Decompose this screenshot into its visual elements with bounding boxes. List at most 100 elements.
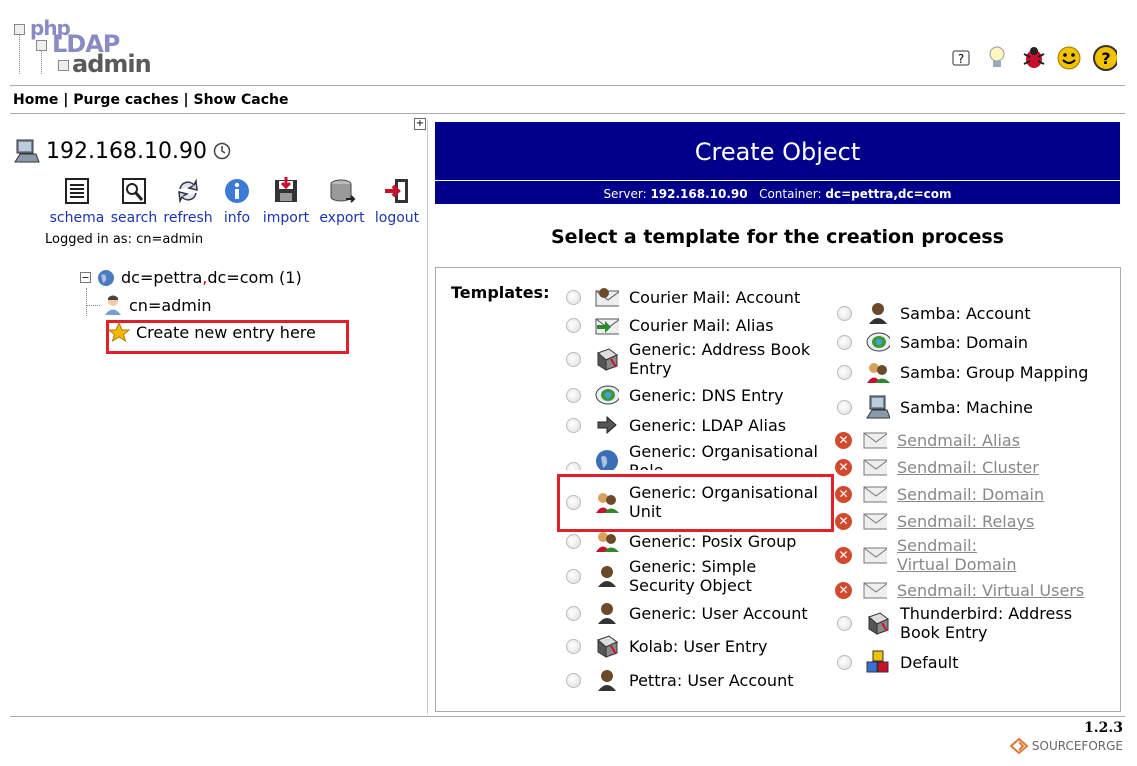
help-icon[interactable]: ?	[949, 46, 973, 70]
tree-root[interactable]: dc=pettra,dc=com (1)	[80, 268, 302, 287]
template-label: Sendmail: Virtual Users	[897, 580, 1085, 600]
star-icon	[108, 322, 130, 342]
template-radio[interactable]	[566, 289, 581, 305]
import-button[interactable]: import	[258, 176, 314, 226]
export-button[interactable]: export	[314, 176, 370, 226]
template-radio[interactable]	[837, 399, 852, 415]
template-option[interactable]: Generic: Simple Security Object	[566, 557, 826, 595]
expand-panel-icon[interactable]: +	[414, 118, 426, 130]
server-value: 192.168.10.90	[650, 187, 748, 201]
template-option[interactable]: Default	[837, 650, 958, 674]
refresh-button[interactable]: refresh	[160, 176, 216, 226]
template-radio[interactable]	[566, 387, 581, 403]
tree-root-dn: dc=pettra	[121, 268, 203, 287]
mail-icon	[863, 455, 887, 479]
home-link[interactable]: Home	[13, 92, 58, 108]
tree-collapse-icon[interactable]	[80, 272, 91, 283]
create-new-entry-link[interactable]: Create new entry here	[108, 322, 316, 342]
ou-icon	[595, 490, 619, 514]
template-label: Generic: Organisational Role	[629, 442, 818, 470]
bug-icon[interactable]	[1021, 46, 1045, 70]
nav-separator: |	[63, 92, 69, 108]
template-radio[interactable]	[566, 533, 581, 549]
template-label: Samba: Group Mapping	[900, 362, 1089, 382]
template-option[interactable]: Generic: User Account	[566, 601, 808, 625]
section-title: Select a template for the creation proce…	[551, 226, 1004, 248]
question-icon[interactable]: ?	[1093, 45, 1117, 71]
template-option[interactable]: Generic: LDAP Alias	[566, 413, 786, 437]
dns-icon	[866, 330, 890, 354]
template-radio[interactable]	[837, 305, 852, 321]
smiley-icon[interactable]	[1057, 46, 1081, 70]
template-radio[interactable]	[566, 672, 581, 688]
tree-plus-box	[58, 60, 69, 71]
blocks-icon	[866, 650, 890, 674]
search-button[interactable]: search	[108, 176, 160, 226]
template-radio[interactable]	[566, 461, 581, 470]
template-radio[interactable]	[837, 615, 852, 631]
template-radio[interactable]	[566, 494, 581, 510]
template-radio[interactable]	[566, 605, 581, 621]
template-option[interactable]: Courier Mail: Account	[566, 285, 800, 309]
template-option[interactable]: Generic: Address Book Entry	[566, 340, 826, 378]
divider	[10, 113, 1125, 114]
purge-caches-link[interactable]: Purge caches	[73, 92, 178, 108]
top-navigation: Home | Purge caches | Show Cache	[13, 92, 289, 108]
clock-icon	[213, 142, 231, 160]
template-radio[interactable]	[566, 317, 581, 333]
template-radio[interactable]	[837, 334, 852, 350]
template-radio[interactable]	[837, 654, 852, 670]
template-radio[interactable]	[566, 417, 581, 433]
info-button[interactable]: info	[216, 176, 258, 226]
template-option[interactable]: Generic: Organisational Role	[566, 442, 826, 470]
template-option[interactable]: Samba: Machine	[837, 395, 1033, 419]
sourceforge-logo[interactable]: SOURCEFORGE	[1009, 738, 1123, 754]
container-value: dc=pettra,dc=com	[825, 187, 952, 201]
template-radio[interactable]	[566, 568, 581, 584]
nav-separator: |	[183, 92, 189, 108]
template-radio[interactable]	[837, 364, 852, 380]
mail-alias-icon	[595, 313, 619, 337]
schema-label: schema	[49, 210, 105, 226]
logout-label: logout	[374, 210, 420, 226]
template-label: Sendmail: Alias	[897, 430, 1021, 450]
template-option-disabled: ✕ Sendmail: Cluster	[835, 455, 1039, 479]
tree-root-dn: dc=com	[207, 268, 274, 287]
template-option[interactable]: Generic: Posix Group	[566, 529, 796, 553]
templates-label: Templates:	[451, 283, 550, 302]
template-label: Generic: LDAP Alias	[629, 415, 787, 435]
unavailable-icon: ✕	[835, 458, 852, 476]
import-icon	[275, 177, 297, 202]
import-label: import	[262, 210, 310, 226]
group-icon	[866, 360, 890, 384]
refresh-icon	[178, 178, 198, 204]
template-radio[interactable]	[566, 638, 581, 654]
template-option-clip: Generic: Organisational Role	[566, 442, 826, 470]
globe-icon	[98, 269, 114, 286]
lightbulb-icon[interactable]	[985, 46, 1009, 70]
template-option[interactable]: Generic: DNS Entry	[566, 383, 784, 407]
server-host[interactable]: 192.168.10.90	[46, 139, 207, 164]
user-icon	[595, 564, 619, 588]
export-label: export	[319, 210, 365, 226]
schema-icon	[65, 178, 89, 204]
template-option[interactable]: Courier Mail: Alias	[566, 313, 774, 337]
version: 1.2.3	[1084, 720, 1123, 736]
logout-button[interactable]: logout	[370, 176, 424, 226]
template-option[interactable]: Thunderbird: Address Book Entry	[837, 604, 1097, 642]
mail-account-icon	[595, 285, 619, 309]
tree-item-admin[interactable]: cn=admin	[103, 294, 211, 316]
schema-button[interactable]: schema	[46, 176, 108, 226]
template-radio[interactable]	[566, 351, 581, 367]
template-option[interactable]: Kolab: User Entry	[566, 634, 768, 658]
template-label: Thunderbird: Address Book Entry	[900, 604, 1073, 642]
template-option[interactable]: Samba: Domain	[837, 330, 1028, 354]
template-option[interactable]: Pettra: User Account	[566, 668, 793, 692]
template-option[interactable]: Samba: Group Mapping	[837, 360, 1088, 384]
show-cache-link[interactable]: Show Cache	[194, 92, 289, 108]
template-label: Samba: Machine	[900, 397, 1033, 417]
template-option[interactable]: Samba: Account	[837, 301, 1031, 325]
template-option[interactable]: Generic: Organisational Unit	[566, 483, 826, 521]
template-option-disabled: ✕ Sendmail: Relays	[835, 509, 1034, 533]
address-book-icon	[595, 347, 619, 371]
